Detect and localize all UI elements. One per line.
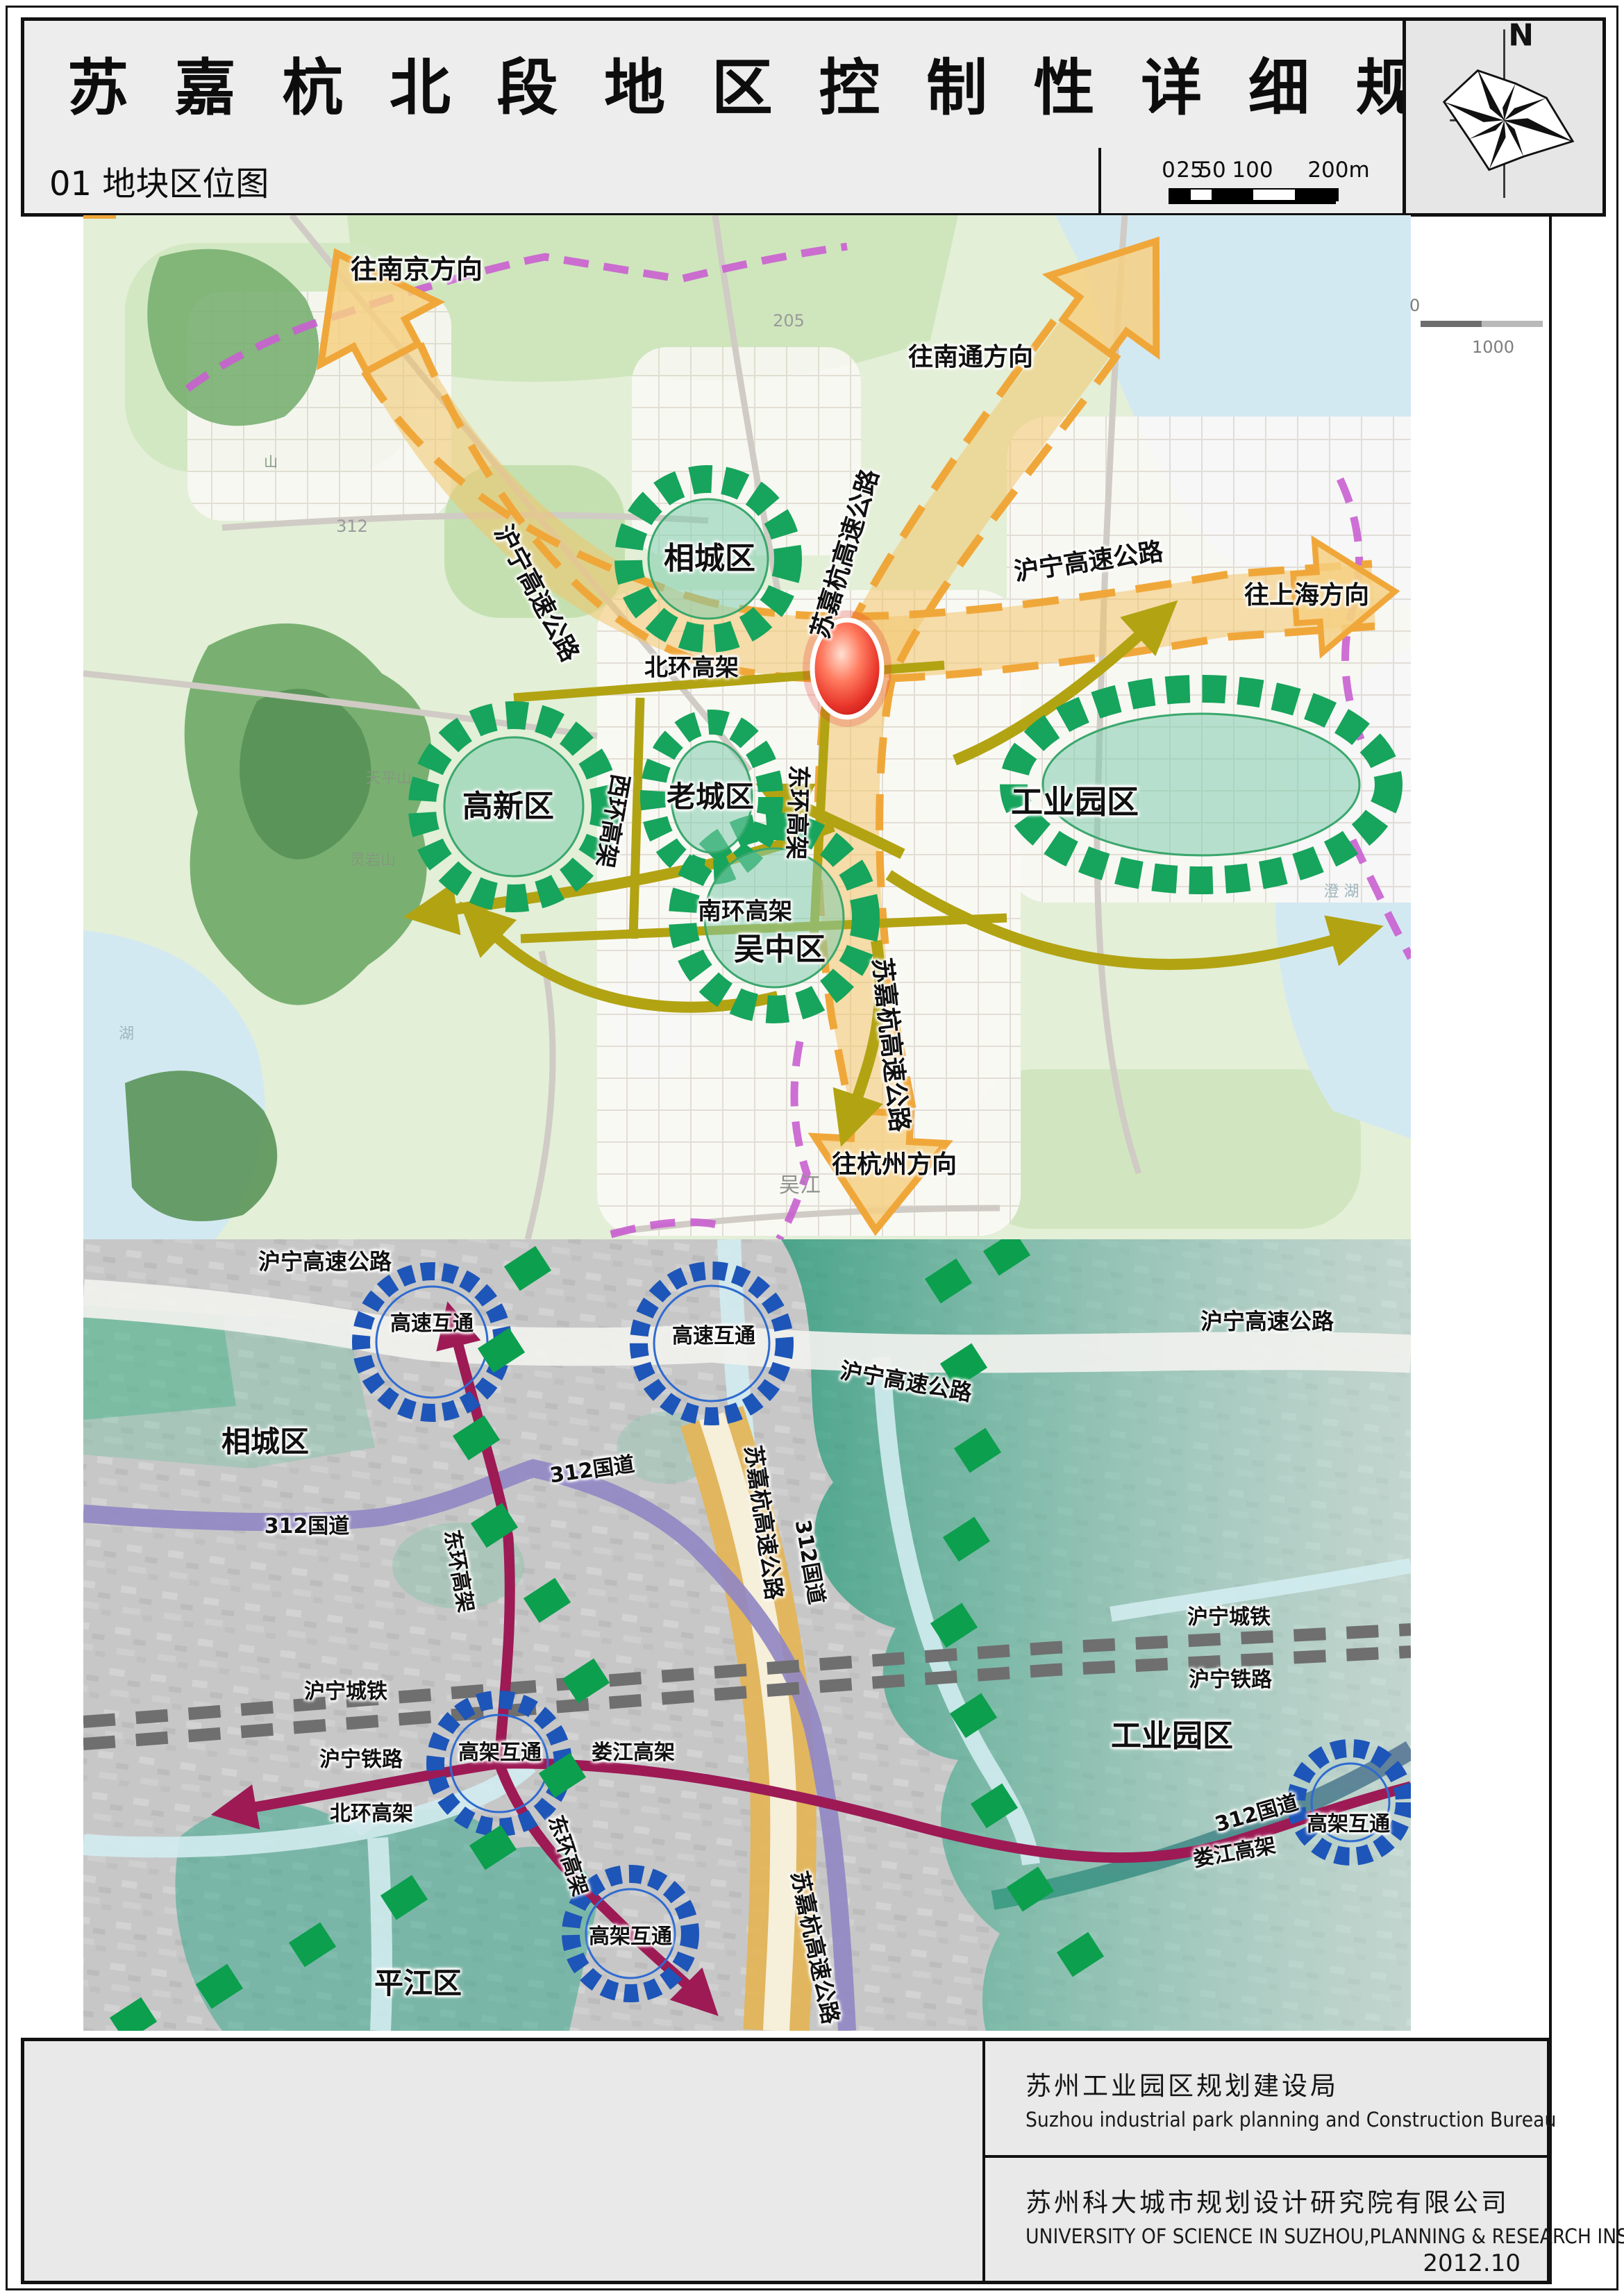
site-aerial-map: 沪宁高速公路高速互通高速互通沪宁高速公路沪宁高速公路相城区312国道312国道苏… xyxy=(83,1239,1411,2031)
map-label: 往南通方向 xyxy=(908,345,1033,370)
scale-tick: 0 xyxy=(1162,158,1175,183)
sheet-subtitle: 01 地块区位图 xyxy=(49,156,269,205)
map-label: 天平山 xyxy=(366,771,412,787)
map-label: 湖 xyxy=(119,1027,134,1042)
sheet-date: 2012.10 xyxy=(1423,2249,1521,2277)
title-block: 苏 嘉 杭 北 段 地 区 控 制 性 详 细 规 划 xyxy=(21,17,1406,151)
map-label: 沪宁高速公路 xyxy=(258,1250,392,1273)
map-label: 往南京方向 xyxy=(351,256,483,283)
map-label: 北环高架 xyxy=(330,1804,413,1825)
regional-map-graphic xyxy=(83,215,1411,1239)
map-label: 相城区 xyxy=(221,1427,309,1457)
map-label: 北环高架 xyxy=(644,656,739,680)
map-label: 山 xyxy=(264,455,278,469)
scale-tick: 100 xyxy=(1232,158,1273,183)
map-label: 高速互通 xyxy=(672,1326,755,1347)
page-title: 苏 嘉 杭 北 段 地 区 控 制 性 详 细 规 划 xyxy=(67,38,1537,126)
map-label: 平江区 xyxy=(374,1969,462,1998)
map-label: 高架互通 xyxy=(458,1743,542,1763)
plan-sheet: 苏 嘉 杭 北 段 地 区 控 制 性 详 细 规 划 01 地块区位图 0 2… xyxy=(0,0,1624,2296)
mini-scale-start: 0 xyxy=(1409,296,1420,315)
map-label: 老城区 xyxy=(667,782,754,812)
regional-location-map: 往南京方向往南通方向沪宁高速公路苏嘉杭高速公路沪宁高速公路往上海方向相城区北环高… xyxy=(83,215,1411,1239)
map-label: 沪宁高速公路 xyxy=(1200,1310,1334,1332)
map-label: 312 xyxy=(336,518,368,535)
north-compass-icon: N xyxy=(1406,21,1602,213)
mini-scale-end: 1000 xyxy=(1472,337,1514,357)
map-label: 澄 湖 xyxy=(1324,885,1359,900)
map-label: 205 xyxy=(773,312,805,329)
map-label: 往杭州方向 xyxy=(832,1153,957,1178)
client-name-cn: 苏州工业园区规划建设局 xyxy=(1026,2065,1339,2102)
map-label: 高架互通 xyxy=(1307,1814,1390,1835)
map-label: 工业园区 xyxy=(1111,1721,1233,1752)
map-label: 娄江高架 xyxy=(592,1743,675,1763)
content-frame-line xyxy=(1549,215,1552,2284)
map-label: 高速互通 xyxy=(390,1314,474,1334)
map-label: 高架互通 xyxy=(589,1927,672,1947)
scale-bar xyxy=(1169,188,1339,201)
scale-tick: 50 xyxy=(1198,158,1225,183)
designer-name-cn: 苏州科大城市规划设计研究院有限公司 xyxy=(1026,2181,1509,2219)
map-label: 吴中区 xyxy=(734,935,826,965)
map-label: 往上海方向 xyxy=(1244,583,1369,608)
map-label: 沪宁铁路 xyxy=(1189,1670,1272,1691)
map-label: 沪宁城铁 xyxy=(1187,1607,1271,1628)
map-label: 东环高架 xyxy=(784,764,811,860)
client-name-en: Suzhou industrial park planning and Cons… xyxy=(1026,2108,1556,2131)
scale-tick: 200m xyxy=(1307,158,1369,183)
map-label: 高新区 xyxy=(462,791,554,822)
map-label: 工业园区 xyxy=(1011,786,1139,818)
subtitle-block: 01 地块区位图 xyxy=(21,148,1102,217)
svg-text:N: N xyxy=(1508,21,1534,53)
map-label: 沪宁铁路 xyxy=(319,1750,403,1770)
site-map-graphic xyxy=(83,1239,1411,2031)
map-label: 吴江 xyxy=(779,1175,821,1196)
title-block-panel: 苏州工业园区规划建设局 Suzhou industrial park plann… xyxy=(21,2038,1550,2284)
map-label: 相城区 xyxy=(664,544,755,574)
north-arrow-box: N xyxy=(1403,17,1606,217)
mini-scale-bar xyxy=(1421,321,1482,327)
map-label: 南环高架 xyxy=(698,900,792,923)
mini-scale-bar xyxy=(1482,321,1543,327)
client-cell: 苏州工业园区规划建设局 Suzhou industrial park plann… xyxy=(985,2041,1547,2158)
scale-bar-block: 0 25 50 100 200m xyxy=(1098,148,1406,217)
map-label: 沪宁城铁 xyxy=(304,1682,387,1702)
designer-cell: 苏州科大城市规划设计研究院有限公司 UNIVERSITY OF SCIENCE … xyxy=(985,2158,1547,2284)
map-label: 灵岩山 xyxy=(350,853,396,869)
designer-name-en: UNIVERSITY OF SCIENCE IN SUZHOU,PLANNING… xyxy=(1026,2224,1624,2248)
map-label: 312国道 xyxy=(265,1516,350,1537)
